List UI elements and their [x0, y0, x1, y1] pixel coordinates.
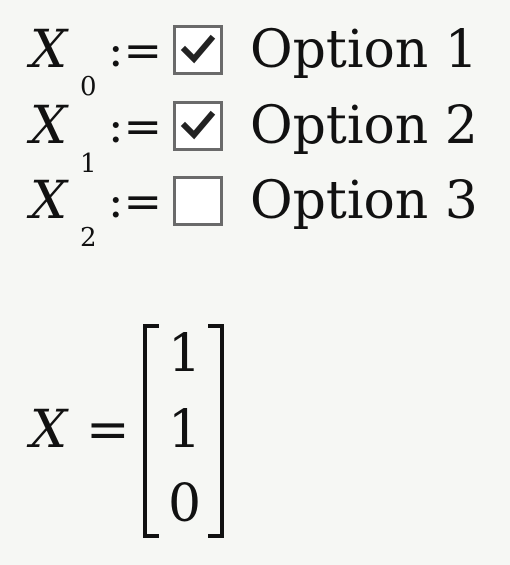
option-2-label: Option 2 — [250, 96, 478, 156]
variable-name: X — [30, 171, 68, 231]
option-1-checkbox[interactable] — [173, 25, 223, 75]
matrix-right-bracket — [208, 324, 224, 538]
index-superscript: 1 — [80, 149, 97, 179]
option-2-checkbox[interactable] — [173, 101, 223, 151]
check-icon — [180, 110, 216, 140]
option-1-label: Option 1 — [250, 20, 478, 80]
assignment-row-option-2: X 0 := Option 2 — [0, 74, 510, 156]
variable-name: X — [30, 20, 68, 80]
option-3-checkbox[interactable] — [173, 176, 223, 226]
matrix-cell: 1 — [168, 400, 202, 460]
variable-name: X — [30, 96, 68, 156]
assign-operator: := — [108, 174, 163, 228]
assignment-row-option-1: X := Option 1 — [0, 20, 510, 80]
check-icon — [180, 34, 216, 64]
assignment-row-option-3: X 1 2 := Option 3 — [0, 151, 510, 251]
assign-operator: := — [108, 23, 163, 77]
option-3-label: Option 3 — [250, 171, 478, 231]
matrix-cell: 1 — [168, 324, 202, 384]
result-expression: X = 1 1 0 — [0, 318, 510, 543]
assign-operator: := — [108, 99, 163, 153]
matrix-left-bracket — [143, 324, 159, 538]
result-variable: X — [30, 400, 68, 460]
matrix-cell: 0 — [168, 474, 202, 534]
index-superscript: 0 — [80, 72, 97, 102]
index-subscript: 2 — [80, 223, 97, 253]
equals-operator: = — [86, 400, 130, 460]
